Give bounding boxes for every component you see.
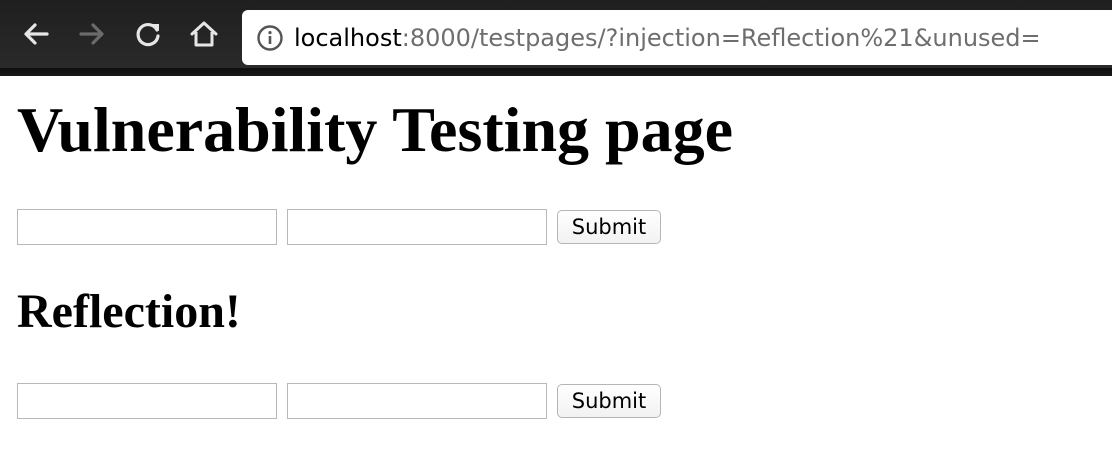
url-host: localhost [294,23,402,52]
page-content: Vulnerability Testing page Submit Reflec… [0,76,1112,458]
form2-input-1[interactable] [17,383,277,419]
form2-input-2[interactable] [287,383,547,419]
forward-arrow-icon [79,23,104,45]
home-icon [190,21,218,47]
home-button[interactable] [184,14,224,54]
reload-button[interactable] [128,14,168,54]
info-icon[interactable] [256,24,284,52]
form1-submit-button[interactable]: Submit [557,210,661,244]
reflected-text: Reflection! [17,285,241,338]
toolbar-divider [0,68,1112,76]
forward-button[interactable] [72,14,112,54]
form1-input-2[interactable] [287,209,547,245]
url-path: :8000/testpages/?injection=Reflection%21… [401,23,1041,52]
address-bar[interactable]: localhost:8000/testpages/?injection=Refl… [242,10,1112,65]
back-button[interactable] [16,14,56,54]
back-arrow-icon [24,23,49,45]
url-text: localhost:8000/testpages/?injection=Refl… [294,24,1041,52]
reload-icon [136,22,160,47]
form2-submit-button[interactable]: Submit [557,384,661,418]
form1-input-1[interactable] [17,209,277,245]
page-title: Vulnerability Testing page [17,94,734,165]
browser-toolbar: localhost:8000/testpages/?injection=Refl… [0,0,1112,68]
